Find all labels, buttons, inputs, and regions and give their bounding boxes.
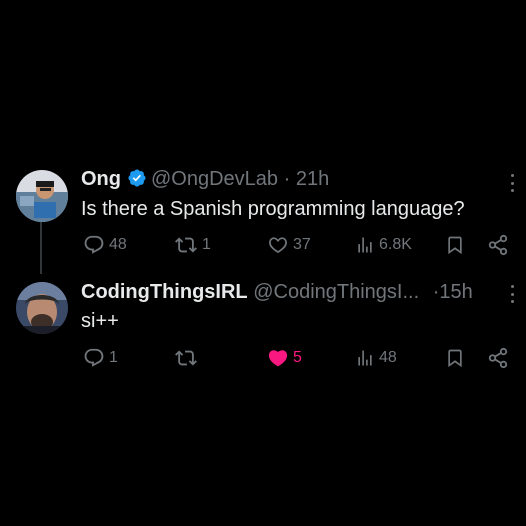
like-count: 37 [293, 236, 311, 253]
tweet-header: Ong @OngDevLab · 21h [81, 167, 329, 194]
like-icon [267, 347, 289, 369]
avatar[interactable] [16, 282, 68, 334]
reply-button[interactable]: 48 [83, 234, 127, 256]
timestamp[interactable]: 15h [439, 281, 472, 303]
share-icon [487, 234, 509, 256]
views-icon [355, 347, 375, 369]
retweet-button[interactable] [174, 347, 202, 369]
bookmark-button[interactable] [445, 234, 465, 256]
reply-icon [83, 347, 105, 369]
reply-count: 1 [109, 349, 118, 366]
verified-badge-icon [127, 168, 147, 194]
thread-connector [40, 222, 42, 274]
avatar[interactable] [16, 170, 68, 222]
tweet-header: CodingThingsIRL @CodingThingsI... ·15h [81, 280, 473, 304]
bookmark-icon [445, 234, 465, 256]
like-icon [267, 234, 289, 256]
bookmark-button[interactable] [445, 347, 465, 369]
user-handle[interactable]: @CodingThingsI... [253, 281, 419, 303]
retweet-button[interactable]: 1 [174, 234, 211, 256]
reply-count: 48 [109, 236, 127, 253]
like-button[interactable]: 5 [267, 347, 302, 369]
retweet-count: 1 [202, 236, 211, 253]
retweet-icon [174, 347, 198, 369]
views-count: 6.8K [379, 236, 412, 253]
retweet-icon [174, 234, 198, 256]
reply-icon [83, 234, 105, 256]
share-button[interactable] [487, 347, 509, 369]
more-icon[interactable] [508, 285, 516, 303]
reply-button[interactable]: 1 [83, 347, 118, 369]
share-button[interactable] [487, 234, 509, 256]
display-name[interactable]: Ong [81, 168, 121, 190]
like-button[interactable]: 37 [267, 234, 311, 256]
separator-dot: · [283, 168, 291, 190]
views-button[interactable]: 6.8K [355, 234, 412, 256]
timestamp[interactable]: 21h [296, 168, 329, 190]
views-count: 48 [379, 349, 397, 366]
tweet-text: Is there a Spanish programming language? [81, 198, 465, 220]
share-icon [487, 347, 509, 369]
views-icon [355, 234, 375, 256]
user-handle[interactable]: @OngDevLab [151, 168, 278, 190]
bookmark-icon [445, 347, 465, 369]
like-count: 5 [293, 349, 302, 366]
views-button[interactable]: 48 [355, 347, 397, 369]
more-icon[interactable] [508, 174, 516, 192]
tweet-text: si++ [81, 310, 119, 332]
display-name[interactable]: CodingThingsIRL [81, 281, 248, 303]
